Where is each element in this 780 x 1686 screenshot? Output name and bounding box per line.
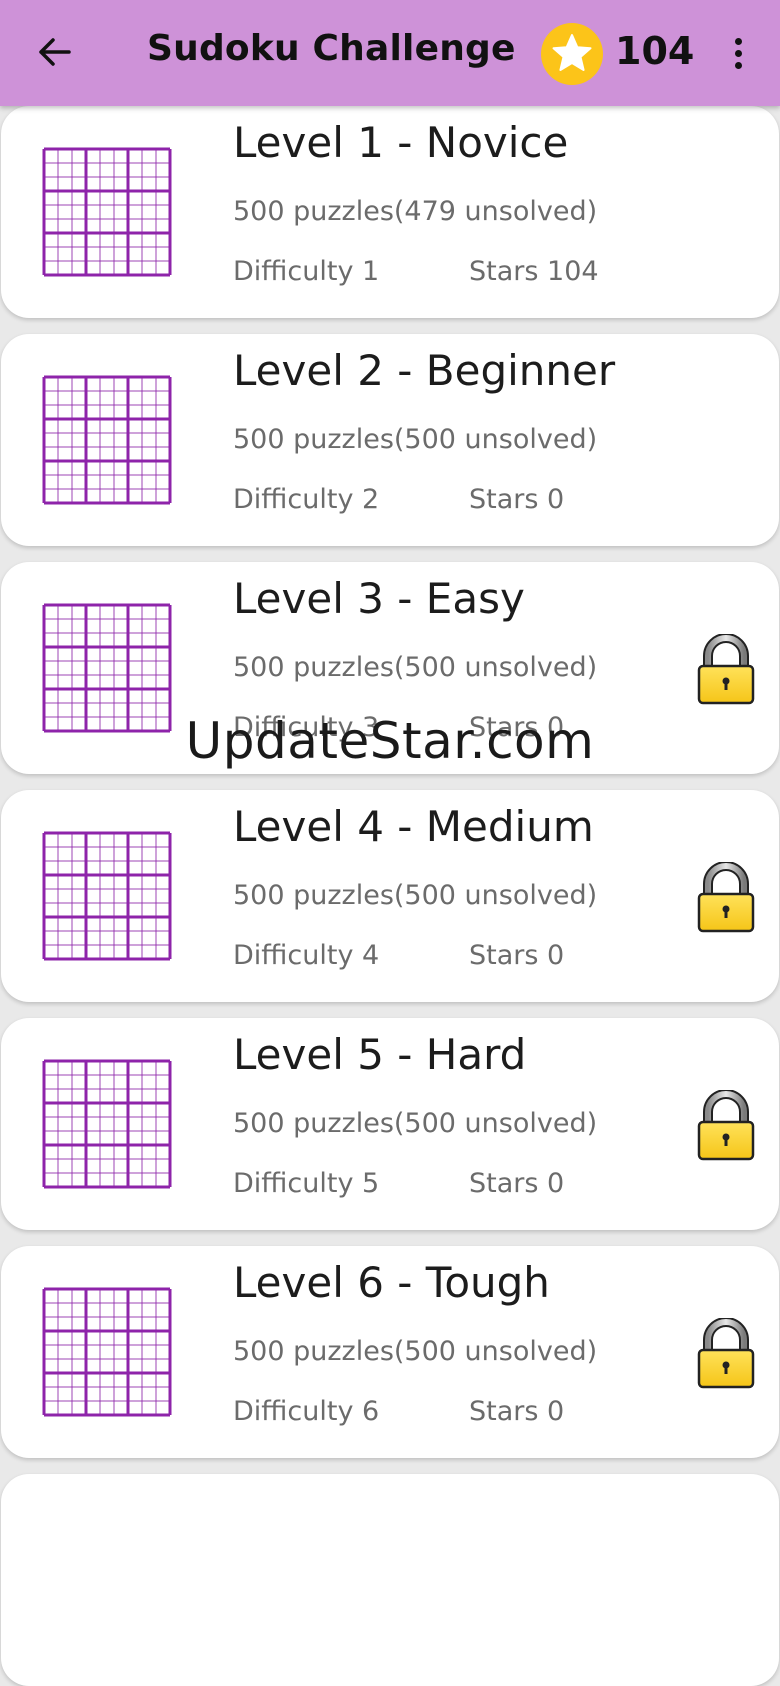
level-difficulty: Difficulty 6 <box>233 1396 380 1427</box>
star-coin-icon <box>541 23 603 85</box>
sudoku-grid-icon <box>42 1287 172 1417</box>
level-stars: Stars 104 <box>469 256 599 287</box>
padlock-icon <box>697 1318 755 1389</box>
app-title: Sudoku Challenge <box>147 28 516 69</box>
level-puzzle-count: 500 puzzles(500 unsolved) <box>233 1336 598 1367</box>
level-name: Level 6 - Tough <box>233 1258 550 1307</box>
level-stars: Stars 0 <box>469 1396 565 1427</box>
level-stars: Stars 0 <box>469 940 565 971</box>
level-difficulty: Difficulty 1 <box>233 256 380 287</box>
sudoku-grid-icon <box>42 375 172 505</box>
level-name: Level 5 - Hard <box>233 1030 527 1079</box>
padlock-icon <box>697 634 755 705</box>
level-stars: Stars 0 <box>469 1168 565 1199</box>
level-puzzle-count: 500 puzzles(500 unsolved) <box>233 1108 598 1139</box>
level-puzzle-count: 500 puzzles(500 unsolved) <box>233 424 598 455</box>
level-difficulty: Difficulty 4 <box>233 940 380 971</box>
watermark: UpdateStar.com <box>185 712 595 770</box>
level-puzzle-count: 500 puzzles(500 unsolved) <box>233 880 598 911</box>
back-button[interactable] <box>32 30 76 74</box>
level-card-4[interactable]: Level 4 - Medium 500 puzzles(500 unsolve… <box>1 790 779 1002</box>
level-stars: Stars 0 <box>469 484 565 515</box>
level-card-2[interactable]: Level 2 - Beginner 500 puzzles(500 unsol… <box>1 334 779 546</box>
level-name: Level 3 - Easy <box>233 574 525 623</box>
level-difficulty: Difficulty 5 <box>233 1168 380 1199</box>
more-vert-icon[interactable] <box>722 30 754 76</box>
level-card-6[interactable]: Level 6 - Tough 500 puzzles(500 unsolved… <box>1 1246 779 1458</box>
coin-count: 104 <box>615 29 695 73</box>
arrow-back-icon <box>39 38 71 66</box>
padlock-icon <box>697 862 755 933</box>
level-card-7-partial[interactable] <box>1 1474 779 1686</box>
level-card-5[interactable]: Level 5 - Hard 500 puzzles(500 unsolved)… <box>1 1018 779 1230</box>
sudoku-grid-icon <box>42 147 172 277</box>
level-name: Level 4 - Medium <box>233 802 594 851</box>
level-name: Level 2 - Beginner <box>233 346 616 395</box>
level-name: Level 1 - Novice <box>233 118 569 167</box>
level-puzzle-count: 500 puzzles(479 unsolved) <box>233 196 598 227</box>
level-card-1[interactable]: Level 1 - Novice 500 puzzles(479 unsolve… <box>1 106 779 318</box>
level-difficulty: Difficulty 2 <box>233 484 380 515</box>
level-puzzle-count: 500 puzzles(500 unsolved) <box>233 652 598 683</box>
padlock-icon <box>697 1090 755 1161</box>
app-bar: Sudoku Challenge 104 <box>0 0 780 106</box>
sudoku-grid-icon <box>42 831 172 961</box>
sudoku-grid-icon <box>42 1059 172 1189</box>
